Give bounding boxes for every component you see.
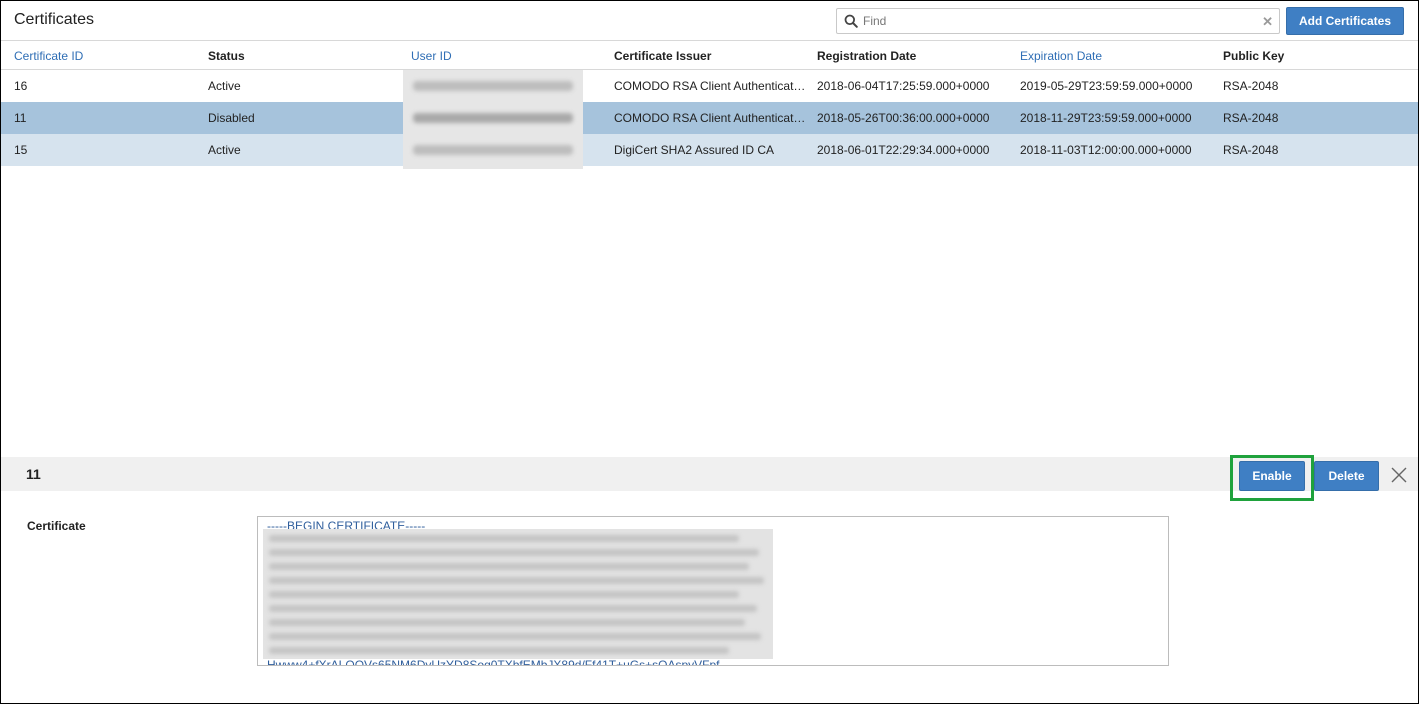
cell-public-key: RSA-2048 (1223, 143, 1279, 157)
column-status: Status (208, 49, 245, 63)
redacted-user-id (403, 134, 583, 166)
search-box[interactable]: ✕ (836, 8, 1280, 34)
cell-issuer: DigiCert SHA2 Assured ID CA (614, 143, 775, 157)
toolbar: Certificates ✕ Add Certificates (1, 1, 1418, 41)
close-icon[interactable] (1389, 465, 1409, 485)
cell-status: Disabled (208, 111, 255, 125)
certificate-label: Certificate (27, 519, 86, 533)
cell-status: Active (208, 79, 241, 93)
cell-certificate-id: 16 (14, 79, 28, 93)
cell-registration-date: 2018-05-26T00:36:00.000+0000 (817, 111, 990, 125)
cell-public-key: RSA-2048 (1223, 111, 1279, 125)
cell-status: Active (208, 143, 241, 157)
redacted-user-id (403, 102, 583, 134)
delete-button[interactable]: Delete (1314, 461, 1379, 491)
cell-registration-date: 2018-06-01T22:29:34.000+0000 (817, 143, 990, 157)
cell-expiration-date: 2019-05-29T23:59:59.000+0000 (1020, 79, 1193, 93)
cell-public-key: RSA-2048 (1223, 79, 1279, 93)
column-user-id[interactable]: User ID (411, 49, 452, 63)
detail-certificate-id: 11 (26, 466, 41, 482)
column-certificate-issuer: Certificate Issuer (614, 49, 712, 63)
page-title: Certificates (14, 11, 95, 28)
clear-search-icon[interactable]: ✕ (1262, 14, 1273, 30)
cell-expiration-date: 2018-11-29T23:59:59.000+0000 (1020, 111, 1192, 125)
certificate-last-line: Hwww4+fXrALOOVs65NM6DyUzYD8Soq0TXbfEMbJX… (267, 658, 720, 666)
search-icon (844, 14, 858, 28)
cell-expiration-date: 2018-11-03T12:00:00.000+0000 (1020, 143, 1192, 157)
redacted-user-id (403, 70, 583, 102)
table-row-selected[interactable]: 11 Disabled COMODO RSA Client Authentica… (1, 102, 1418, 134)
cell-issuer: COMODO RSA Client Authenticat… (614, 79, 806, 93)
table-row[interactable]: 16 Active COMODO RSA Client Authenticat…… (1, 70, 1418, 102)
cell-issuer: COMODO RSA Client Authenticat… (614, 111, 806, 125)
add-certificates-button[interactable]: Add Certificates (1286, 7, 1404, 35)
cell-registration-date: 2018-06-04T17:25:59.000+0000 (817, 79, 990, 93)
detail-header: 11 (1, 457, 1418, 491)
certificate-text[interactable]: -----BEGIN CERTIFICATE----- Hwww4+fXrALO… (257, 516, 1169, 666)
cell-certificate-id: 11 (14, 111, 27, 125)
column-certificate-id[interactable]: Certificate ID (14, 49, 83, 63)
column-registration-date: Registration Date (817, 49, 917, 63)
search-input[interactable] (863, 12, 1243, 30)
column-public-key: Public Key (1223, 49, 1285, 63)
table-header: Certificate ID Status User ID Certificat… (1, 42, 1418, 70)
cell-certificate-id: 15 (14, 143, 28, 157)
enable-button[interactable]: Enable (1239, 461, 1305, 491)
column-expiration-date[interactable]: Expiration Date (1020, 49, 1102, 63)
redacted-certificate-body (263, 529, 773, 659)
certificates-window: Certificates ✕ Add Certificates Certific… (0, 0, 1419, 704)
table-row[interactable]: 15 Active DigiCert SHA2 Assured ID CA 20… (1, 134, 1418, 166)
